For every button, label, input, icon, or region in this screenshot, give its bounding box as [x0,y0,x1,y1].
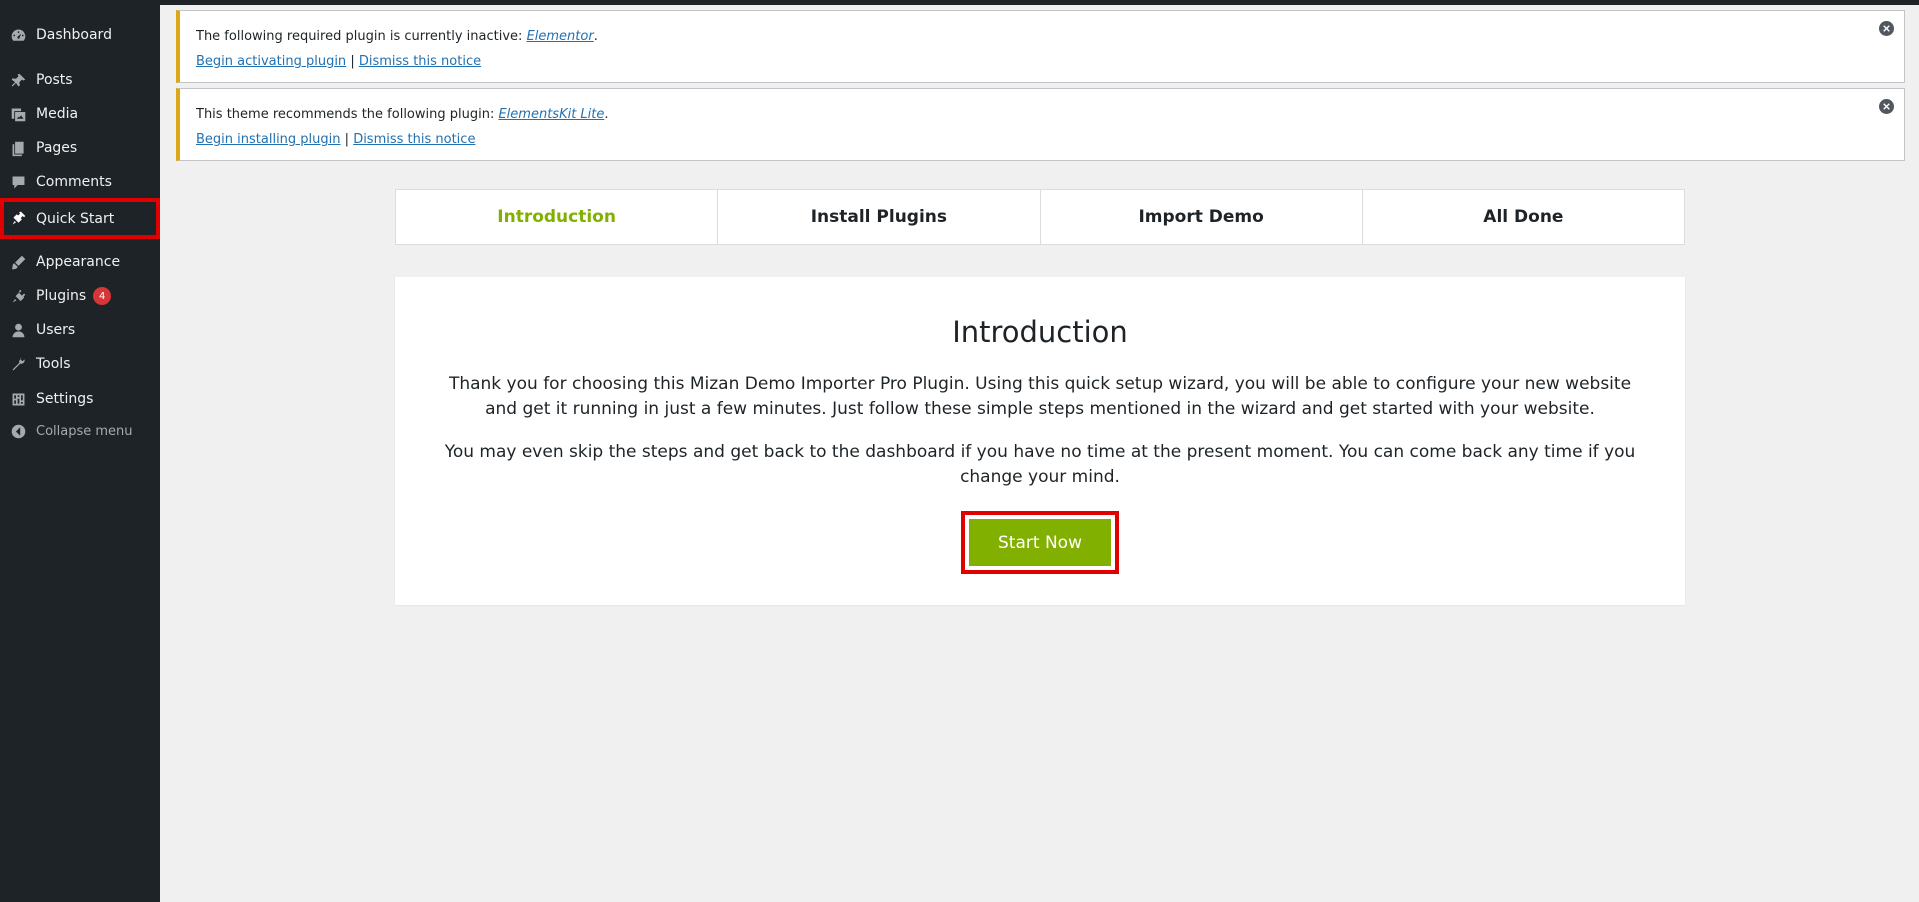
comment-icon [0,174,36,191]
quick-start-icon [0,210,36,227]
plugin-link-elementskit-lite[interactable]: ElementsKit Lite [498,107,604,122]
sidebar-item-plugins[interactable]: Plugins 4 [0,279,160,313]
close-icon[interactable] [1879,99,1894,114]
begin-activating-plugin-link[interactable]: Begin activating plugin [196,54,346,69]
sidebar-item-label: Dashboard [36,27,112,43]
intro-paragraph-1: Thank you for choosing this Mizan Demo I… [448,374,1632,419]
wrench-icon [0,356,36,373]
notice-recommended-plugin: This theme recommends the following plug… [176,88,1905,161]
notice-actions: Begin installing plugin | Dismiss this n… [196,132,475,147]
settings-icon [0,391,36,408]
sidebar-item-comments[interactable]: Comments [0,165,160,199]
admin-topbar [160,0,1919,5]
sidebar-item-label: Pages [36,140,78,156]
notice-text: The following required plugin is current… [196,29,527,44]
step-all-done[interactable]: All Done [1361,190,1684,244]
sidebar-item-appearance[interactable]: Appearance [0,245,160,279]
sidebar-item-label: Appearance [36,254,121,270]
sidebar-item-dashboard[interactable]: Dashboard [0,18,160,52]
introduction-card: Introduction Thank you for choosing this… [395,277,1685,605]
start-now-highlight: Start Now [961,511,1119,574]
notice-period: . [604,107,609,122]
begin-installing-plugin-link[interactable]: Begin installing plugin [196,132,341,147]
separator: | [350,54,355,69]
plugins-update-badge: 4 [93,287,112,305]
step-import-demo[interactable]: Import Demo [1039,190,1362,244]
sidebar-item-quick-start[interactable]: Quick Start [0,198,160,239]
notice-period: . [593,29,598,44]
intro-paragraph-2: You may even skip the steps and get back… [444,442,1636,487]
sidebar-item-pages[interactable]: Pages [0,131,160,165]
plugin-icon [0,288,36,305]
sidebar-item-label: Settings [36,391,94,407]
notice-required-plugin: The following required plugin is current… [176,10,1905,83]
sidebar-item-label: Posts [36,72,73,88]
brush-icon [0,254,36,271]
start-now-button[interactable]: Start Now [969,519,1111,566]
sidebar-item-label: Users [36,322,76,338]
step-introduction[interactable]: Introduction [396,190,717,244]
sidebar-item-label: Media [36,106,79,122]
sidebar-item-label: Quick Start [36,210,115,227]
plugin-link-elementor[interactable]: Elementor [527,29,594,44]
sidebar-item-posts[interactable]: Posts [0,63,160,97]
wizard-steps: Introduction Install Plugins Import Demo… [395,189,1685,245]
card-title: Introduction [952,315,1128,349]
dashboard-icon [0,27,36,44]
step-install-plugins[interactable]: Install Plugins [717,190,1039,244]
sidebar-item-media[interactable]: Media [0,97,160,131]
sidebar-item-label: Comments [36,174,112,190]
separator: | [344,132,350,147]
collapse-icon [0,423,36,440]
sidebar-item-label: Tools [36,356,71,372]
user-icon [0,322,36,339]
notice-actions: Begin activating plugin | Dismiss this n… [196,54,481,69]
sidebar-item-label: Collapse menu [36,423,133,439]
dismiss-notice-link[interactable]: Dismiss this notice [353,132,475,147]
sidebar-item-label: Plugins [36,288,87,304]
media-icon [0,106,36,123]
pin-icon [0,72,36,89]
admin-sidebar: Dashboard Posts Media Pages Comments Qui… [0,0,160,902]
dismiss-notice-link[interactable]: Dismiss this notice [359,54,481,69]
close-icon[interactable] [1879,21,1894,36]
sidebar-item-users[interactable]: Users [0,313,160,347]
notice-text: This theme recommends the following plug… [196,107,499,122]
pages-icon [0,140,36,157]
notice-message: This theme recommends the following plug… [196,107,609,122]
sidebar-item-tools[interactable]: Tools [0,347,160,381]
collapse-menu-button[interactable]: Collapse menu [0,414,160,448]
notice-message: The following required plugin is current… [196,29,598,44]
sidebar-item-settings[interactable]: Settings [0,382,160,416]
